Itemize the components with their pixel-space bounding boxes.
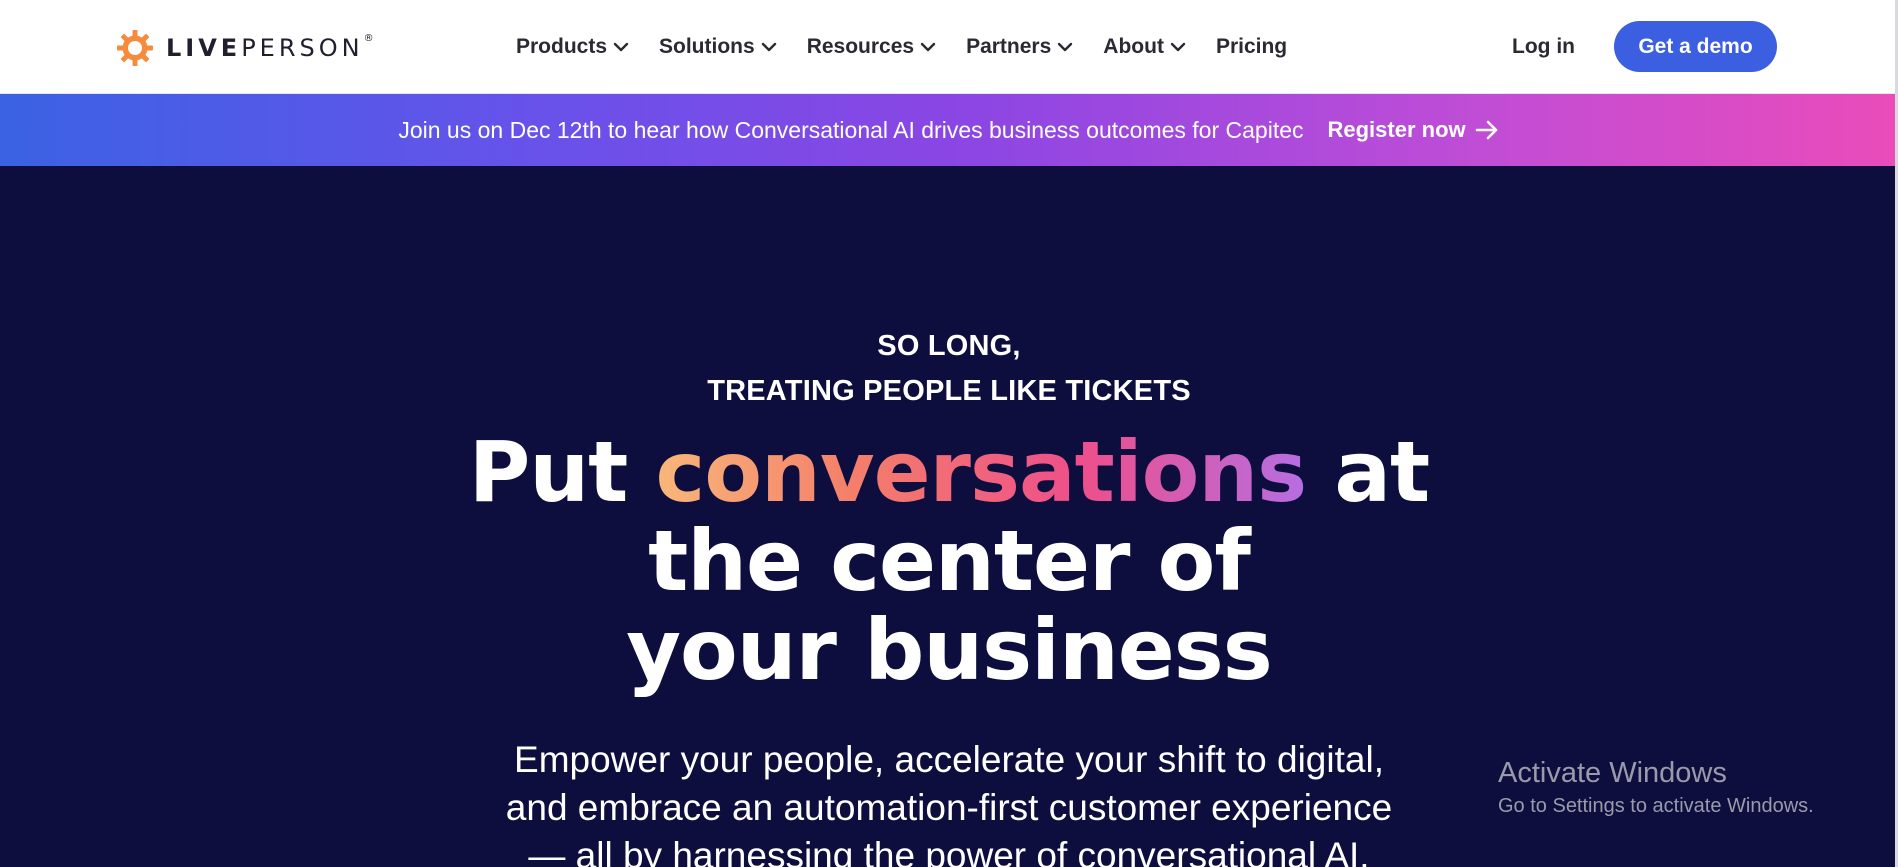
headline-highlight: conversations: [655, 423, 1308, 521]
chevron-down-icon: [613, 42, 629, 52]
nav-about[interactable]: About: [1103, 30, 1186, 64]
chevron-down-icon: [1058, 42, 1073, 52]
hero-headline: Put conversations at the center of your …: [0, 428, 1898, 695]
watermark-title: Activate Windows: [1498, 757, 1727, 789]
chevron-down-icon: [761, 42, 776, 52]
liveperson-logo[interactable]: LIVEPERSON®: [116, 29, 374, 67]
logo-wordmark: LIVEPERSON®: [166, 33, 374, 62]
registered-mark: ®: [363, 33, 374, 44]
nav-pricing[interactable]: Pricing: [1216, 30, 1287, 64]
watermark-subtitle: Go to Settings to activate Windows.: [1498, 795, 1814, 817]
nav-pricing-label: Pricing: [1215, 35, 1288, 58]
arrow-right-icon: [1475, 120, 1497, 140]
nav-solutions-label: Solutions: [659, 35, 755, 58]
headline-before: Put: [468, 423, 656, 521]
nav-resources-label: Resources: [806, 35, 915, 58]
nav-resources[interactable]: Resources: [807, 30, 936, 64]
nav-partners[interactable]: Partners: [966, 30, 1073, 64]
promo-banner: Join us on Dec 12th to hear how Conversa…: [0, 94, 1898, 166]
activate-windows-watermark: Activate Windows Go to Settings to activ…: [1498, 756, 1814, 820]
site-header: LIVEPERSON® Products Solutions Resources…: [0, 0, 1898, 94]
main-nav: Products Solutions Resources Partners Ab…: [516, 30, 1287, 64]
banner-text: Join us on Dec 12th to hear how Conversa…: [398, 116, 1304, 143]
hero-section: SO LONG, TREATING PEOPLE LIKE TICKETS Pu…: [0, 166, 1898, 867]
get-demo-button[interactable]: Get a demo: [1614, 21, 1777, 72]
eyebrow-line-2: TREATING PEOPLE LIKE TICKETS: [707, 375, 1191, 407]
register-now-label: Register now: [1327, 117, 1466, 142]
chevron-down-icon: [920, 42, 936, 52]
nav-about-label: About: [1103, 35, 1164, 58]
page: LIVEPERSON® Products Solutions Resources…: [0, 0, 1898, 867]
headline-after: at: [1306, 423, 1430, 521]
headline-line-2: the center of: [648, 512, 1251, 610]
logo-word-person: PERSON: [241, 34, 364, 62]
register-now-link[interactable]: Register now: [1328, 117, 1500, 143]
nav-partners-label: Partners: [966, 35, 1052, 58]
nav-solutions[interactable]: Solutions: [659, 30, 777, 64]
gear-sun-icon: [117, 30, 153, 66]
eyebrow-line-1: SO LONG,: [877, 330, 1021, 362]
nav-products-label: Products: [516, 35, 608, 58]
logo-word-live: LIVE: [166, 34, 242, 62]
headline-line-3: your business: [626, 601, 1272, 699]
chevron-down-icon: [1170, 42, 1186, 52]
nav-products[interactable]: Products: [516, 30, 629, 64]
login-link[interactable]: Log in: [1512, 30, 1575, 64]
subtext-line-3: — all by harnessing the power of convers…: [528, 835, 1370, 867]
